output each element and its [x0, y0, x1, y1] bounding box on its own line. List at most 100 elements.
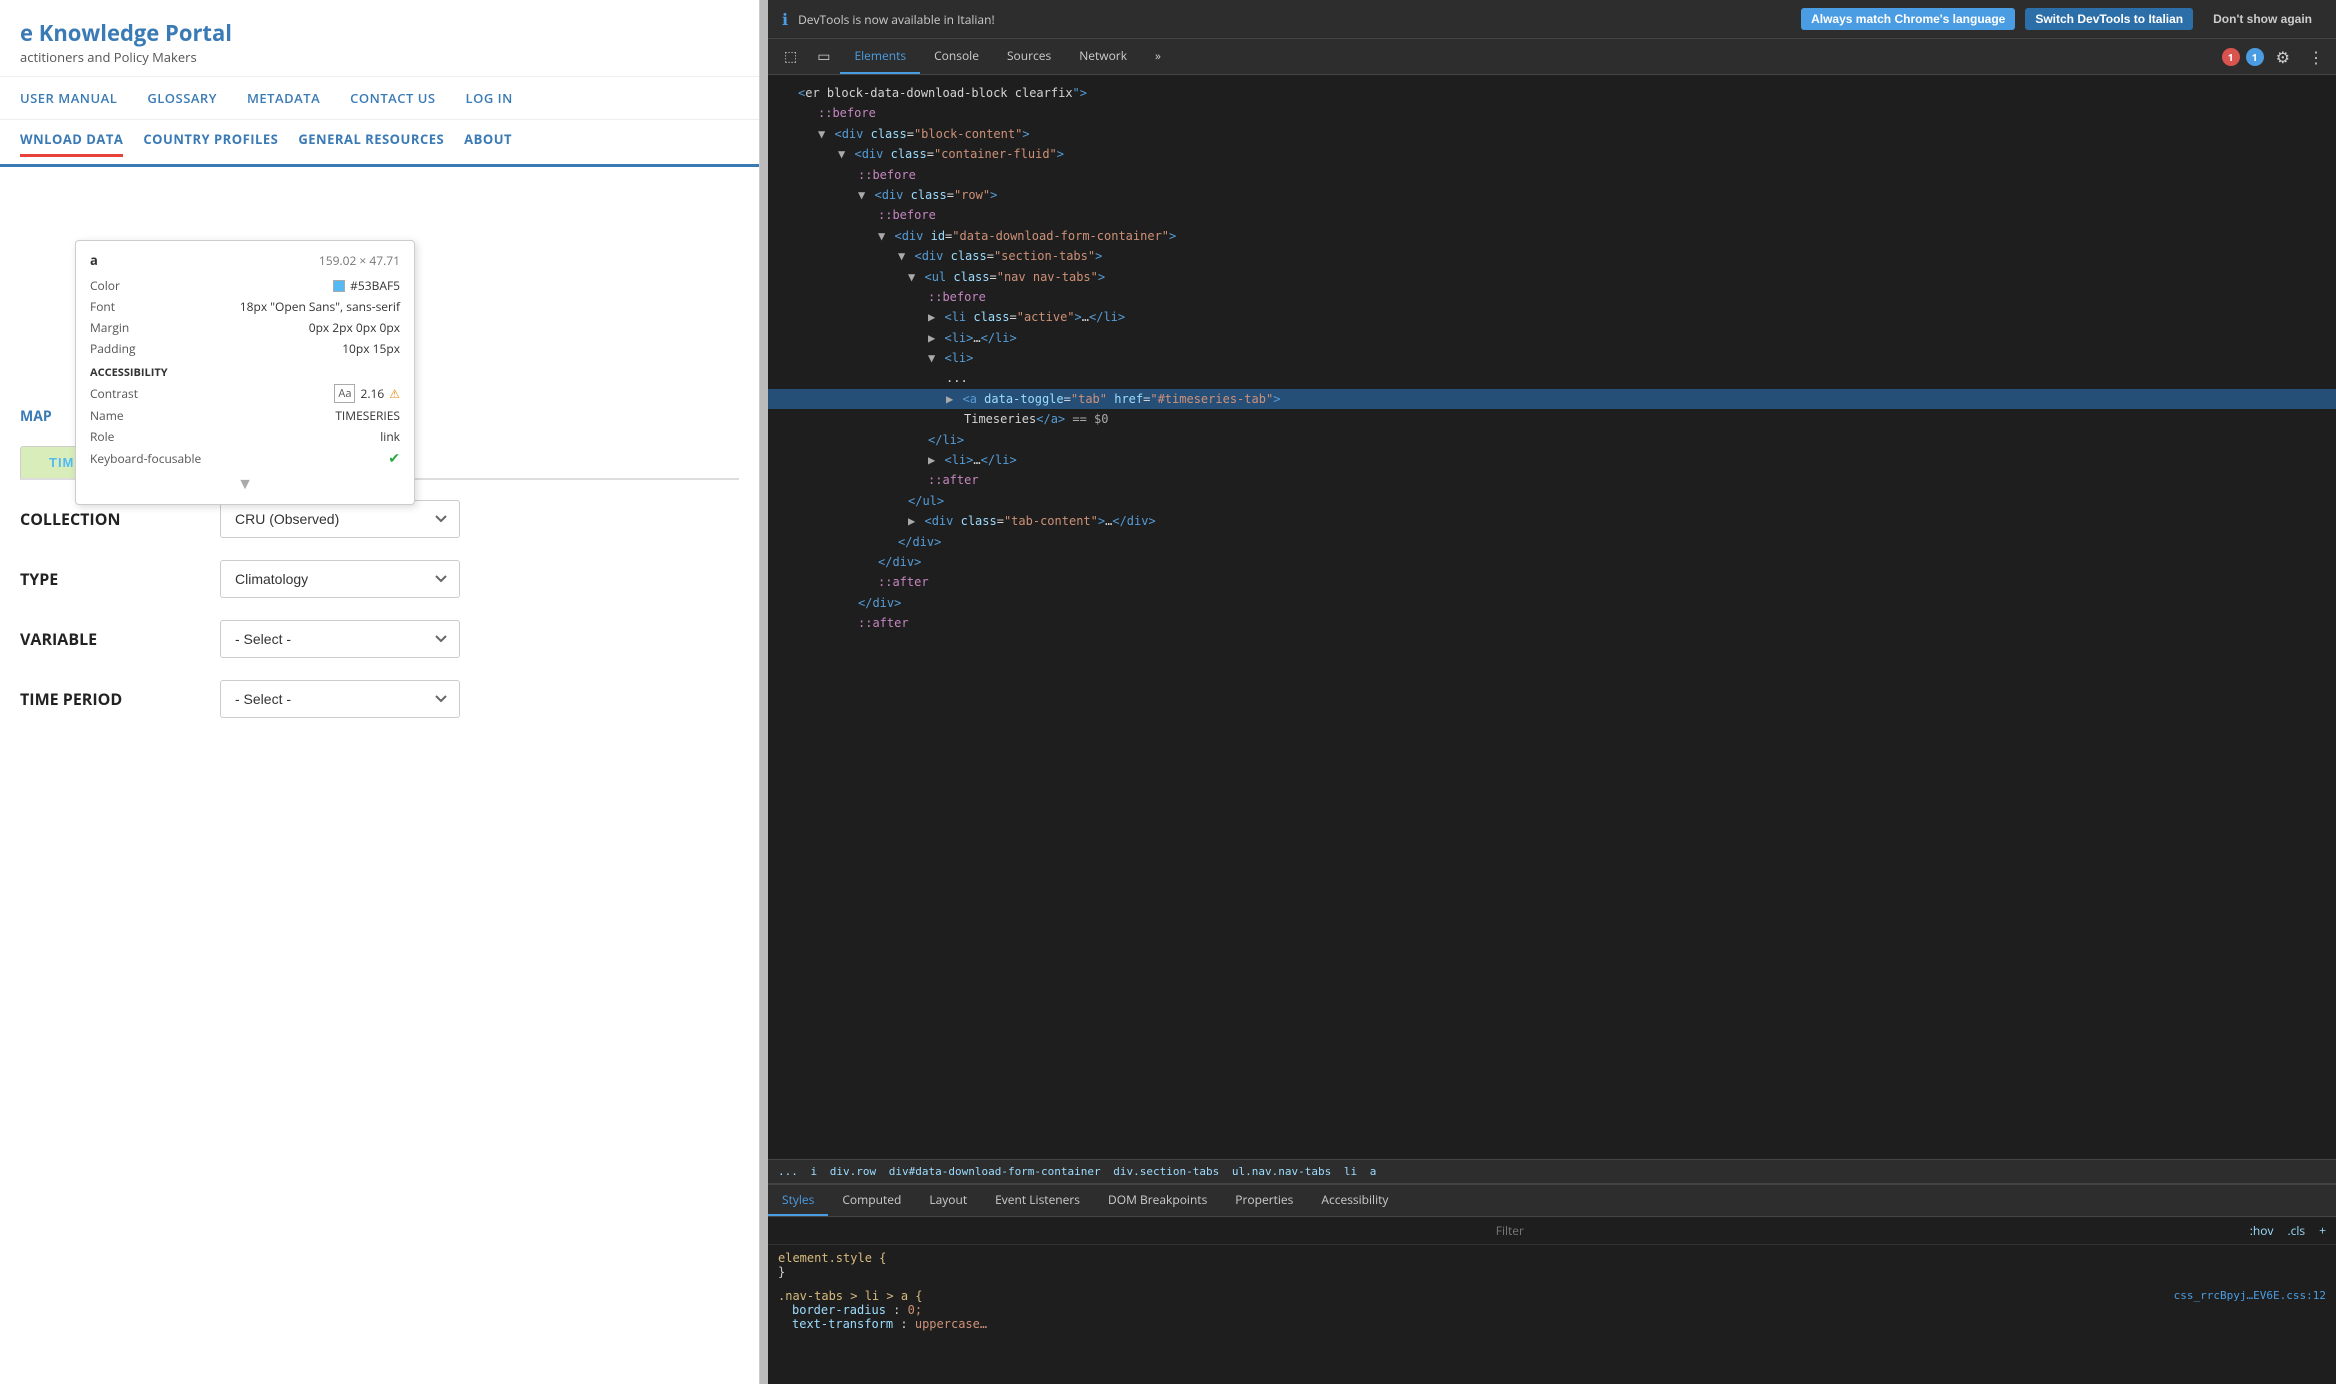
more-options-icon[interactable]: ⋮ — [2302, 42, 2330, 72]
code-line: <div class="block-content"> — [768, 124, 2336, 144]
cursor-tool-icon[interactable]: ⬚ — [774, 39, 807, 74]
tooltip-contrast-value: Aa 2.16 ⚠ — [334, 384, 400, 403]
main-nav: WNLOAD DATA COUNTRY PROFILES GENERAL RES… — [0, 120, 759, 167]
breadcrumb-dots[interactable]: ... — [778, 1165, 798, 1178]
tab-sources[interactable]: Sources — [993, 39, 1065, 74]
settings-icon[interactable]: ⚙ — [2270, 42, 2296, 72]
tooltip-dimensions: 159.02 × 47.71 — [319, 252, 400, 269]
collection-select[interactable]: CRU (Observed) CMIP5 CMIP6 — [220, 500, 460, 538]
styles-content: element.style { } .nav-tabs > li > a { c… — [768, 1245, 2336, 1384]
style-rule-element: element.style { } — [778, 1251, 2326, 1279]
code-line: </div> — [768, 552, 2336, 572]
code-line: </ul> — [768, 491, 2336, 511]
site-title: e Knowledge Portal — [20, 18, 739, 48]
main-nav-about[interactable]: ABOUT — [464, 130, 512, 154]
tooltip-padding-value: 10px 15px — [342, 340, 400, 357]
styles-filter-input[interactable] — [778, 1224, 1488, 1238]
styles-tab-layout[interactable]: Layout — [915, 1185, 981, 1216]
message-badge[interactable]: 1 — [2246, 48, 2264, 66]
main-nav-download[interactable]: WNLOAD DATA — [20, 130, 123, 157]
tab-elements[interactable]: Elements — [840, 39, 920, 74]
styles-filter-bar: Filter :hov .cls + — [768, 1217, 2336, 1245]
more-tabs-button[interactable]: » — [1141, 39, 1175, 74]
tooltip-contrast-label: Contrast — [90, 385, 138, 402]
main-nav-country[interactable]: COUNTRY PROFILES — [143, 130, 278, 154]
devtools-panel: ℹ DevTools is now available in Italian! … — [768, 0, 2336, 1384]
code-line: ::before — [768, 165, 2336, 185]
code-line: ::before — [768, 287, 2336, 307]
styles-tab-accessibility[interactable]: Accessibility — [1307, 1185, 1402, 1216]
tooltip-arrow: ▼ — [90, 472, 400, 494]
code-line: <div id="data-download-form-container"> — [768, 226, 2336, 246]
code-line: <li> — [768, 348, 2336, 368]
variable-label: VARIABLE — [20, 628, 220, 650]
error-badge[interactable]: 1 — [2222, 48, 2240, 66]
tooltip-font-label: Font — [90, 298, 115, 315]
form-section: COLLECTION CRU (Observed) CMIP5 CMIP6 TY… — [20, 500, 739, 718]
nav-metadata[interactable]: METADATA — [247, 89, 320, 107]
styles-panel: Styles Computed Layout Event Listeners D… — [768, 1184, 2336, 1384]
code-line: ::before — [768, 103, 2336, 123]
breadcrumb-li[interactable]: li — [1344, 1165, 1357, 1178]
cls-button[interactable]: .cls — [2287, 1222, 2305, 1239]
devtools-code-area[interactable]: <er block-data-download-block clearfix">… — [768, 75, 2336, 1159]
dont-show-again-button[interactable]: Don't show again — [2203, 8, 2322, 30]
styles-tab-styles[interactable]: Styles — [768, 1185, 828, 1216]
form-row-collection: COLLECTION CRU (Observed) CMIP5 CMIP6 — [20, 500, 739, 538]
styles-tab-properties[interactable]: Properties — [1221, 1185, 1307, 1216]
top-nav: USER MANUAL GLOSSARY METADATA CONTACT US… — [0, 77, 759, 120]
code-line: <li>…</li> — [768, 450, 2336, 470]
time-period-select[interactable]: - Select - — [220, 680, 460, 718]
devtools-notification: ℹ DevTools is now available in Italian! … — [768, 0, 2336, 39]
nav-user-manual[interactable]: USER MANUAL — [20, 89, 117, 107]
code-line: ::after — [768, 572, 2336, 592]
devtools-breadcrumb: ... i div.row div#data-download-form-con… — [768, 1159, 2336, 1184]
tooltip-element-name: a — [90, 251, 98, 269]
breadcrumb-nav-tabs[interactable]: ul.nav.nav-tabs — [1232, 1165, 1331, 1178]
tooltip-font-value: 18px "Open Sans", sans-serif — [240, 298, 400, 315]
styles-tab-computed[interactable]: Computed — [828, 1185, 915, 1216]
form-row-type: TYPE Climatology Anomaly Trend — [20, 560, 739, 598]
nav-contact-us[interactable]: CONTACT US — [350, 89, 435, 107]
nav-glossary[interactable]: GLOSSARY — [147, 89, 217, 107]
tooltip-role-value: link — [380, 428, 400, 445]
tab-network[interactable]: Network — [1065, 39, 1141, 74]
hov-button[interactable]: :hov — [2250, 1222, 2274, 1239]
code-line: <ul class="nav nav-tabs"> — [768, 267, 2336, 287]
variable-select[interactable]: - Select - — [220, 620, 460, 658]
device-tool-icon[interactable]: ▭ — [807, 39, 840, 74]
code-line: <div class="container-fluid"> — [768, 144, 2336, 164]
code-line: ::after — [768, 613, 2336, 633]
styles-tabs: Styles Computed Layout Event Listeners D… — [768, 1185, 2336, 1217]
tooltip-name-label: Name — [90, 407, 124, 424]
tooltip-color-value: #53BAF5 — [333, 277, 400, 294]
type-select[interactable]: Climatology Anomaly Trend — [220, 560, 460, 598]
breadcrumb-divrow[interactable]: div.row — [830, 1165, 876, 1178]
match-language-button[interactable]: Always match Chrome's language — [1801, 8, 2015, 30]
styles-tab-events[interactable]: Event Listeners — [981, 1185, 1094, 1216]
toolbar-right: 1 1 ⚙ ⋮ — [2222, 42, 2330, 72]
tab-console[interactable]: Console — [920, 39, 993, 74]
style-source[interactable]: css_rrcBpyj…EV6E.css:12 — [2174, 1289, 2326, 1302]
switch-italian-button[interactable]: Switch DevTools to Italian — [2025, 8, 2193, 30]
main-nav-general[interactable]: GENERAL RESOURCES — [298, 130, 444, 154]
site-subtitle: actitioners and Policy Makers — [20, 48, 739, 66]
panel-divider[interactable] — [760, 0, 768, 1384]
style-selector: element.style { — [778, 1251, 886, 1265]
breadcrumb-section-tabs[interactable]: div.section-tabs — [1113, 1165, 1219, 1178]
breadcrumb-a[interactable]: a — [1370, 1165, 1377, 1178]
collection-label: COLLECTION — [20, 508, 220, 530]
breadcrumb-i[interactable]: i — [811, 1165, 818, 1178]
nav-log-in[interactable]: LOG IN — [466, 89, 513, 107]
tooltip-color-label: Color — [90, 277, 120, 294]
add-style-button[interactable]: + — [2319, 1222, 2326, 1239]
page-content: a 159.02 × 47.71 Color #53BAF5 Font 18px… — [0, 167, 759, 760]
site-header: e Knowledge Portal actitioners and Polic… — [0, 0, 759, 77]
style-selector-nav: .nav-tabs > li > a { — [778, 1289, 923, 1303]
breadcrumb-form-container[interactable]: div#data-download-form-container — [889, 1165, 1101, 1178]
code-line: <li>…</li> — [768, 328, 2336, 348]
code-line: <er block-data-download-block clearfix"> — [768, 83, 2336, 103]
styles-tab-dom-breakpoints[interactable]: DOM Breakpoints — [1094, 1185, 1221, 1216]
tooltip-margin-label: Margin — [90, 319, 129, 336]
code-line: <li class="active">…</li> — [768, 307, 2336, 327]
